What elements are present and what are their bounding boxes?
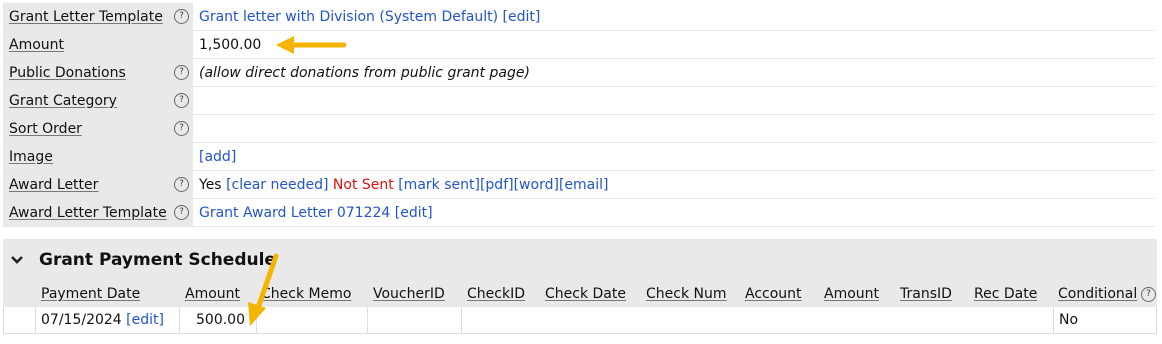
property-value: [add] [193,149,236,165]
col-rec-date[interactable]: Rec Date [974,286,1037,302]
property-link[interactable]: [email] [559,177,609,193]
property-link[interactable]: Grant letter with Division (System Defau… [199,9,540,25]
property-label: Public Donations [9,64,126,81]
property-value-text: (allow direct donations from public gran… [199,64,530,81]
property-label-cell: Sort Order? [3,115,193,142]
property-value: Yes [clear needed] Not Sent [mark sent][… [193,177,608,193]
property-value-text: 1,500.00 [199,36,262,53]
col-check-id[interactable]: CheckID [467,286,525,302]
property-row-public-donations: Public Donations? (allow direct donations… [3,59,1155,87]
col-voucher-id[interactable]: VoucherID [373,286,445,302]
help-icon[interactable]: ? [174,205,189,220]
property-value-text: Not Sent [332,176,394,193]
payment-edit-link[interactable]: [edit] [126,312,164,328]
property-row-grant-category: Grant Category? [3,87,1155,115]
property-label-cell: Grant Category? [3,87,193,114]
col-conditional[interactable]: Conditional [1058,286,1137,302]
property-label: Image [9,148,53,165]
schedule-header[interactable]: Grant Payment Schedule [3,239,1157,281]
help-icon[interactable]: ? [174,93,189,108]
schedule-column-headers: Payment Date Amount Check Memo VoucherID… [3,281,1157,307]
property-label: Award Letter [9,176,99,193]
help-icon[interactable]: ? [174,65,189,80]
property-label-cell: Amount [3,31,193,58]
col-amount[interactable]: Amount [185,286,240,302]
property-label-cell: Award Letter? [3,171,193,198]
chevron-down-icon[interactable] [11,254,23,266]
property-link[interactable]: Grant Award Letter 071224 [edit] [199,205,433,221]
help-icon[interactable]: ? [174,177,189,192]
property-label-cell: Public Donations? [3,59,193,86]
col-check-num[interactable]: Check Num [646,286,727,302]
property-label: Award Letter Template [9,204,167,221]
property-label: Amount [9,36,65,53]
property-value: 1,500.00 [193,37,261,53]
property-link[interactable]: [add] [199,149,236,165]
property-value: Grant Award Letter 071224 [edit] [193,205,433,221]
property-value-text: Yes [199,176,227,193]
property-link[interactable]: [clear needed] [226,177,328,193]
property-label: Grant Category [9,92,117,109]
property-link[interactable]: [pdf] [480,177,514,193]
property-row-award-letter: Award Letter? Yes [clear needed] Not Sent… [3,171,1155,199]
conditional-value: No [1059,312,1079,328]
payment-row: 07/15/2024 [edit] 500.00 No [3,307,1157,334]
col-account[interactable]: Account [745,286,802,302]
col-trans-id[interactable]: TransID [900,286,952,302]
property-label: Sort Order [9,120,82,137]
grant-payment-schedule-section: Grant Payment Schedule Payment Date Amou… [3,239,1157,334]
property-row-sort-order: Sort Order? [3,115,1155,143]
property-link[interactable]: [word] [514,177,559,193]
col-payment-date[interactable]: Payment Date [41,286,140,302]
col-amount-2[interactable]: Amount [824,286,879,302]
property-label-cell: Grant Letter Template? [3,3,193,30]
conditional-help-icon[interactable]: ? [1141,287,1156,302]
property-label-cell: Award Letter Template? [3,199,193,226]
property-link[interactable]: [mark sent] [398,177,480,193]
property-row-grant-letter-template: Grant Letter Template? Grant letter with … [3,3,1155,31]
property-value: (allow direct donations from public gran… [193,65,530,81]
help-icon[interactable]: ? [174,121,189,136]
help-icon[interactable]: ? [174,9,189,24]
grant-properties-table: Grant Letter Template? Grant letter with … [3,3,1155,227]
property-label-cell: Image [3,143,193,170]
payment-date-cell: 07/15/2024 [edit] [41,307,164,333]
annotation-arrow-icon-2 [248,253,279,326]
property-row-award-letter-template: Award Letter Template? Grant Award Letter… [3,199,1155,227]
property-label: Grant Letter Template [9,8,163,25]
col-check-date[interactable]: Check Date [545,286,626,302]
payment-date-value: 07/15/2024 [41,312,122,328]
property-row-image: Image [add] [3,143,1155,171]
property-value: Grant letter with Division (System Defau… [193,9,540,25]
annotation-arrow-icon [276,36,347,54]
property-row-amount: Amount 1,500.00 [3,31,1155,59]
